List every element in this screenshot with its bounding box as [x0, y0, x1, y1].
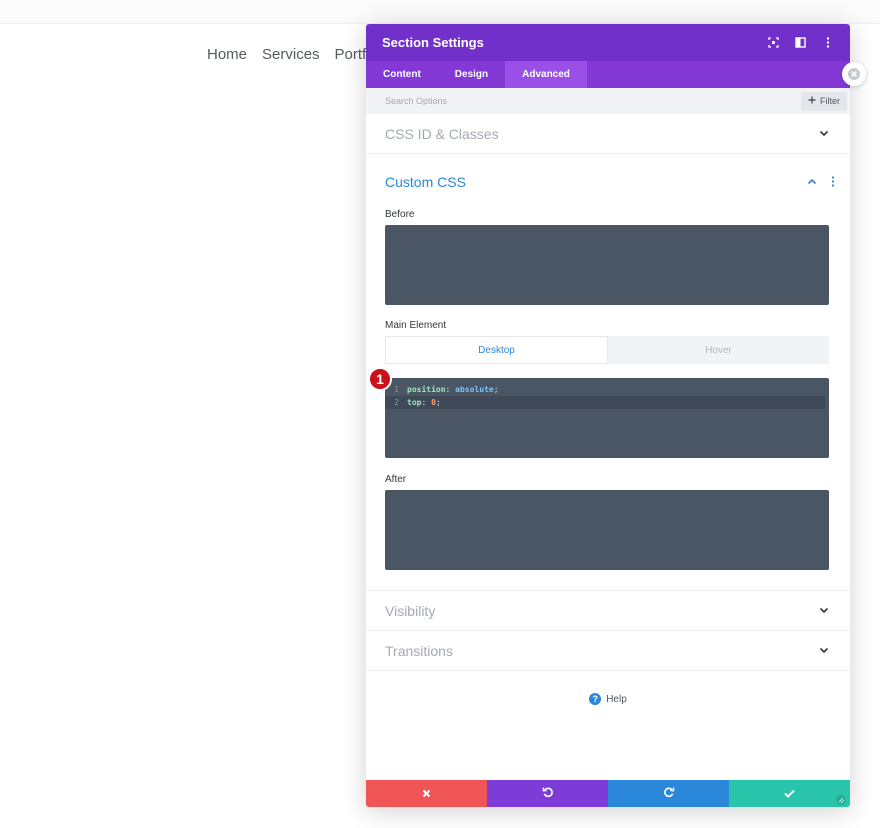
- group-custom-css: Custom CSS Before Main Element Desktop H…: [366, 154, 850, 591]
- filter-label: Filter: [820, 96, 840, 106]
- nav-services[interactable]: Services: [262, 46, 320, 63]
- chevron-down-icon: [818, 645, 830, 657]
- search-row: Filter: [366, 88, 850, 114]
- after-css-editor[interactable]: [385, 490, 829, 570]
- more-vertical-icon[interactable]: [827, 176, 839, 188]
- panel-tabs: Content Design Advanced: [366, 61, 850, 88]
- more-vertical-icon[interactable]: [821, 36, 834, 49]
- panel-footer: [366, 780, 850, 807]
- main-element-css-editor[interactable]: 1 position : absolute ; 2 top : 0 ;: [385, 378, 829, 458]
- close-circle-icon[interactable]: [842, 62, 866, 86]
- state-tabs: Desktop Hover: [385, 336, 829, 364]
- help-link[interactable]: ? Help: [366, 671, 850, 727]
- site-nav: Home Services Portfo: [207, 46, 375, 63]
- code-line: 2 top : 0 ;: [385, 396, 825, 409]
- group-title: Visibility: [385, 602, 436, 619]
- tab-hover[interactable]: Hover: [608, 336, 829, 364]
- columns-icon[interactable]: [794, 36, 807, 49]
- panel-header[interactable]: Section Settings: [366, 24, 850, 61]
- filter-button[interactable]: Filter: [801, 91, 847, 111]
- tab-advanced[interactable]: Advanced: [505, 61, 587, 88]
- tab-desktop[interactable]: Desktop: [385, 336, 608, 364]
- chevron-down-icon: [818, 605, 830, 617]
- discard-button[interactable]: [366, 780, 487, 807]
- help-icon: ?: [589, 693, 602, 705]
- section-settings-panel: Section Settings Content Design Advanced…: [366, 24, 850, 807]
- tab-design[interactable]: Design: [438, 61, 505, 88]
- redo-button[interactable]: [608, 780, 729, 807]
- panel-title: Section Settings: [382, 35, 484, 50]
- resize-handle-icon[interactable]: [835, 793, 847, 805]
- group-title: CSS ID & Classes: [385, 125, 499, 142]
- close-icon: [422, 785, 431, 803]
- save-button[interactable]: [729, 780, 850, 807]
- group-title: Transitions: [385, 642, 453, 659]
- undo-icon: [542, 785, 554, 803]
- group-visibility[interactable]: Visibility: [366, 591, 850, 631]
- code-line: 1 position : absolute ;: [385, 383, 829, 396]
- group-title: Custom CSS: [385, 173, 466, 190]
- main-element-label: Main Element: [385, 320, 447, 331]
- css-separator: :: [445, 385, 456, 394]
- css-terminator: ;: [493, 385, 499, 394]
- css-value: absolute: [455, 385, 494, 394]
- group-css-id-classes[interactable]: CSS ID & Classes: [366, 114, 850, 154]
- step-marker: 1: [368, 367, 392, 391]
- plus-icon: [808, 96, 816, 106]
- chevron-down-icon: [818, 128, 830, 140]
- tab-content[interactable]: Content: [366, 61, 438, 88]
- css-terminator: ;: [435, 398, 441, 407]
- check-icon: [784, 785, 795, 803]
- target-icon[interactable]: [767, 36, 780, 49]
- css-separator: :: [421, 398, 432, 407]
- css-property: top: [407, 398, 422, 407]
- before-css-editor[interactable]: [385, 225, 829, 305]
- search-input[interactable]: [385, 96, 685, 106]
- redo-icon: [663, 785, 675, 803]
- css-property: position: [407, 385, 446, 394]
- top-bar: [0, 0, 880, 24]
- help-label: Help: [606, 693, 627, 705]
- undo-button[interactable]: [487, 780, 608, 807]
- line-number: 2: [394, 398, 399, 407]
- custom-css-header[interactable]: Custom CSS: [385, 154, 835, 209]
- nav-home[interactable]: Home: [207, 46, 247, 63]
- after-label: After: [385, 474, 407, 485]
- chevron-up-icon[interactable]: [806, 176, 818, 188]
- group-transitions[interactable]: Transitions: [366, 631, 850, 671]
- before-label: Before: [385, 209, 415, 220]
